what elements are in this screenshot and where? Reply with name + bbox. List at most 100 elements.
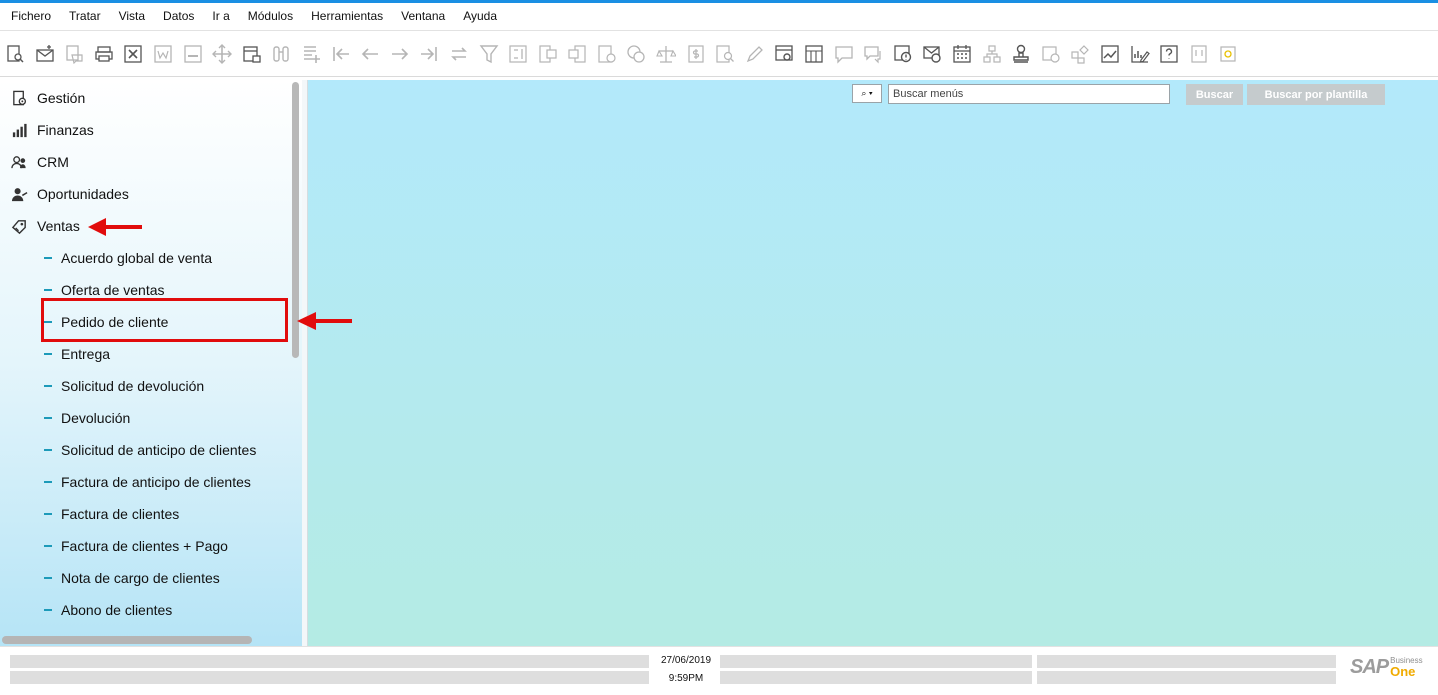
status-field — [720, 671, 1032, 684]
message-icon — [834, 45, 853, 64]
next-record-icon — [391, 47, 408, 60]
module-ventas[interactable]: Ventas — [10, 216, 80, 236]
search-button[interactable]: Buscar — [1186, 84, 1243, 105]
item-label: Factura de anticipo de clientes — [61, 474, 251, 490]
module-crm[interactable]: CRM — [10, 152, 69, 172]
toolbar-button-doc-grid[interactable] — [803, 43, 825, 65]
toolbar-button-pen[interactable] — [744, 43, 766, 65]
toolbar-button-window[interactable] — [1188, 43, 1210, 65]
menu-vista[interactable]: Vista — [110, 3, 154, 30]
ventas-item-solicitud-devolucion[interactable]: Solicitud de devolución — [44, 376, 204, 396]
toolbar-button-doc-search[interactable] — [4, 43, 26, 65]
toolbar-button-chart-edit[interactable] — [1129, 43, 1151, 65]
menu-ventana[interactable]: Ventana — [392, 3, 454, 30]
status-date: 27/06/2019 — [660, 655, 712, 666]
toolbar-button-stamp[interactable] — [1010, 43, 1032, 65]
email-icon — [35, 44, 54, 62]
calendar-icon — [953, 44, 971, 63]
toolbar-button-word[interactable] — [152, 43, 174, 65]
toolbar-button-zoom-doc[interactable] — [714, 43, 736, 65]
module-label: Ventas — [37, 218, 80, 234]
search-type-dropdown[interactable]: ⌕ ▾ — [852, 84, 882, 103]
toolbar-button-calendar[interactable] — [951, 43, 973, 65]
toolbar-button-filter[interactable] — [478, 43, 500, 65]
item-label: Solicitud de devolución — [61, 378, 205, 394]
module-label: Gestión — [37, 90, 86, 106]
menu-datos[interactable]: Datos — [154, 3, 203, 30]
sap-business-one-logo: SAP Business One — [1350, 656, 1423, 678]
gestion-icon — [10, 89, 28, 107]
item-label: Factura de clientes — [61, 506, 180, 522]
toolbar-button-dollar-doc[interactable] — [685, 43, 707, 65]
red-arrow-ventas-icon — [88, 218, 142, 236]
ventas-item-factura-pago[interactable]: Factura de clientes + Pago — [44, 536, 228, 556]
toolbar-button-doc-money[interactable] — [596, 43, 618, 65]
module-gestion[interactable]: Gestión — [10, 88, 85, 108]
toolbar — [0, 31, 1438, 77]
menu-ayuda[interactable]: Ayuda — [454, 3, 506, 30]
toolbar-button-message[interactable] — [833, 43, 855, 65]
menu-fichero[interactable]: Fichero — [0, 3, 60, 30]
toolbar-button-move[interactable] — [211, 43, 233, 65]
item-label: Entrega — [61, 346, 111, 362]
ventas-item-factura-clientes[interactable]: Factura de clientes — [44, 504, 179, 524]
highlight-box-pedido — [41, 298, 288, 342]
toolbar-button-copy-to[interactable] — [566, 43, 588, 65]
toolbar-button-copy-from[interactable] — [537, 43, 559, 65]
toolbar-button-first-record[interactable] — [330, 43, 352, 65]
menu-herramientas[interactable]: Herramientas — [302, 3, 392, 30]
item-label: Acuerdo global de venta — [61, 250, 212, 266]
toolbar-button-email[interactable] — [34, 43, 56, 65]
toolbar-button-doc-settings[interactable] — [773, 43, 795, 65]
toolbar-button-widgets[interactable] — [1069, 43, 1091, 65]
toolbar-button-next-record[interactable] — [389, 43, 411, 65]
alert-doc-icon — [894, 44, 912, 62]
print-icon — [95, 45, 113, 62]
ventas-item-solicitud-anticipo[interactable]: Solicitud de anticipo de clientes — [44, 440, 256, 460]
toolbar-button-excel[interactable] — [122, 43, 144, 65]
toolbar-button-org-chart[interactable] — [981, 43, 1003, 65]
module-finanzas[interactable]: Finanzas — [10, 120, 94, 140]
sidebar-horizontal-scrollbar[interactable] — [2, 636, 252, 644]
item-label: Nota de cargo de clientes — [61, 570, 220, 586]
toolbar-button-gauge[interactable] — [1040, 43, 1062, 65]
toolbar-button-refresh[interactable] — [448, 43, 470, 65]
ventas-item-abono[interactable]: Abono de clientes — [44, 600, 172, 620]
module-label: Finanzas — [37, 122, 94, 138]
toolbar-button-payment[interactable] — [625, 43, 647, 65]
first-record-icon — [332, 46, 349, 61]
ventas-item-acuerdo-global[interactable]: Acuerdo global de venta — [44, 248, 212, 268]
search-template-button[interactable]: Buscar por plantilla — [1247, 84, 1385, 105]
ventas-item-oferta[interactable]: Oferta de ventas — [44, 280, 165, 300]
toolbar-button-lock-doc[interactable] — [241, 43, 263, 65]
doc-settings-icon — [775, 44, 794, 61]
toolbar-button-plugin[interactable] — [1217, 43, 1239, 65]
ventas-item-nota-cargo[interactable]: Nota de cargo de clientes — [44, 568, 220, 588]
ventas-item-devolucion[interactable]: Devolución — [44, 408, 130, 428]
toolbar-button-messages[interactable] — [862, 43, 884, 65]
search-menus-input[interactable] — [888, 84, 1170, 104]
toolbar-button-balance[interactable] — [655, 43, 677, 65]
toolbar-button-pdf[interactable] — [182, 43, 204, 65]
menu-modulos[interactable]: Módulos — [239, 3, 302, 30]
toolbar-button-help[interactable] — [1158, 43, 1180, 65]
menu-tratar[interactable]: Tratar — [60, 3, 110, 30]
toolbar-button-last-record[interactable] — [418, 43, 440, 65]
menu-ir-a[interactable]: Ir a — [203, 3, 238, 30]
toolbar-button-binoculars[interactable] — [270, 43, 292, 65]
toolbar-button-sort[interactable] — [507, 43, 529, 65]
toolbar-button-previous-record[interactable] — [359, 43, 381, 65]
item-label: Devolución — [61, 410, 131, 426]
lock-doc-icon — [243, 45, 261, 63]
ventas-item-entrega[interactable]: Entrega — [44, 344, 110, 364]
module-label: Oportunidades — [37, 186, 129, 202]
toolbar-button-alert-mail[interactable] — [921, 43, 943, 65]
toolbar-button-add-doc[interactable] — [300, 43, 322, 65]
toolbar-button-print[interactable] — [93, 43, 115, 65]
status-field — [10, 671, 649, 684]
toolbar-button-alert-doc[interactable] — [892, 43, 914, 65]
toolbar-button-chat[interactable] — [63, 43, 85, 65]
module-oportunidades[interactable]: Oportunidades — [10, 184, 129, 204]
toolbar-button-trend-chart[interactable] — [1099, 43, 1121, 65]
ventas-item-factura-anticipo[interactable]: Factura de anticipo de clientes — [44, 472, 251, 492]
